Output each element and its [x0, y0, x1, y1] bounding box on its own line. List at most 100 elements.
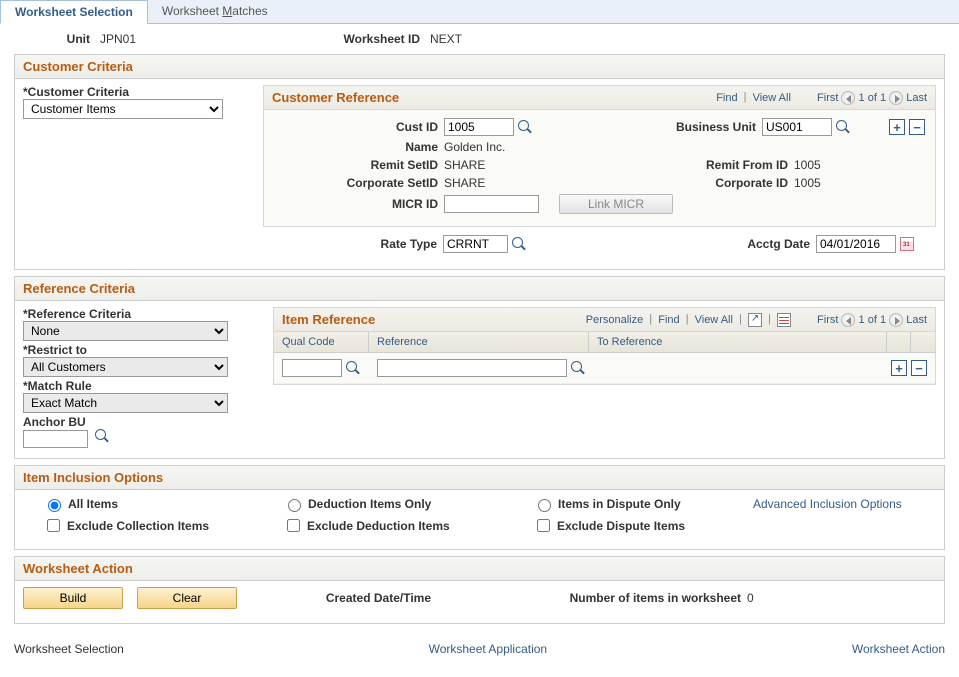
col-to-reference[interactable]: To Reference: [589, 332, 887, 352]
itemref-add-icon[interactable]: +: [891, 360, 907, 376]
remitfrom-label: Remit From ID: [564, 158, 794, 172]
tab-matches-pre: Worksheet: [162, 4, 222, 18]
dispute-only-radio[interactable]: [538, 499, 551, 512]
customer-criteria-label: Customer Criteria: [23, 85, 253, 99]
bu-lookup-icon[interactable]: [836, 120, 850, 134]
qual-code-input[interactable]: [282, 359, 342, 377]
item-reference-panel: Item Reference Personalize | Find | View…: [273, 307, 936, 385]
deduction-only-radio[interactable]: [288, 499, 301, 512]
tab-worksheet-selection[interactable]: Worksheet Selection: [0, 0, 148, 24]
itemref-next-icon[interactable]: [889, 313, 903, 327]
reference-criteria-label: Reference Criteria: [23, 307, 253, 321]
itemref-prev-icon[interactable]: [841, 313, 855, 327]
micr-input[interactable]: [444, 195, 539, 213]
all-items-radio[interactable]: [48, 499, 61, 512]
itemref-remove-icon[interactable]: −: [911, 360, 927, 376]
item-inclusion-section: Item Inclusion Options All Items Deducti…: [14, 465, 945, 550]
name-label: Name: [274, 140, 444, 154]
col-reference[interactable]: Reference: [369, 332, 589, 352]
tab-worksheet-matches[interactable]: Worksheet Matches: [148, 0, 282, 23]
itemref-find-link[interactable]: Find: [658, 313, 679, 325]
footer-worksheet-selection: Worksheet Selection: [14, 642, 124, 656]
worksheet-action-section: Worksheet Action Build Clear Created Dat…: [14, 556, 945, 624]
itemref-last: Last: [906, 313, 927, 325]
anchor-bu-lookup-icon[interactable]: [95, 429, 109, 443]
customer-reference-panel: Customer Reference Find | View All First…: [263, 85, 936, 227]
restrict-to-select[interactable]: All Customers: [23, 357, 228, 377]
acctg-input[interactable]: [816, 235, 896, 253]
link-micr-button: Link MICR: [559, 194, 673, 214]
exclude-deduction-checkbox[interactable]: [287, 519, 300, 532]
match-rule-label: Match Rule: [23, 379, 253, 393]
remitset-label: Remit SetID: [274, 158, 444, 172]
customer-reference-title: Customer Reference: [272, 90, 399, 105]
unit-value: JPN01: [98, 32, 238, 46]
custref-first: First: [817, 91, 838, 103]
corpset-value: SHARE: [444, 176, 564, 190]
worksheet-id-value: NEXT: [428, 32, 462, 46]
name-value: Golden Inc.: [444, 140, 505, 154]
num-items-label: Number of items in worksheet: [537, 591, 747, 605]
custref-viewall: View All: [753, 91, 791, 103]
footer-worksheet-action-link[interactable]: Worksheet Action: [852, 642, 945, 656]
corpid-label: Corporate ID: [564, 176, 794, 190]
bu-input[interactable]: [762, 118, 832, 136]
advanced-inclusion-link[interactable]: Advanced Inclusion Options: [753, 497, 902, 511]
custref-find-link[interactable]: Find: [716, 91, 737, 103]
custref-last: Last: [906, 91, 927, 103]
customer-criteria-select[interactable]: Customer Items: [23, 99, 223, 119]
reference-input[interactable]: [377, 359, 567, 377]
anchor-bu-input[interactable]: [23, 430, 88, 448]
exclude-dispute-label: Exclude Dispute Items: [557, 519, 685, 533]
col-qual-code[interactable]: Qual Code: [274, 332, 369, 352]
customer-criteria-header: Customer Criteria: [15, 55, 944, 79]
ratetype-lookup-icon[interactable]: [512, 237, 526, 251]
worksheet-id-label: Worksheet ID: [238, 32, 428, 46]
custref-prev-icon[interactable]: [841, 91, 855, 105]
acctg-calendar-icon[interactable]: [900, 237, 914, 251]
item-inclusion-header: Item Inclusion Options: [15, 466, 944, 490]
deduction-only-label: Deduction Items Only: [308, 497, 431, 511]
match-rule-select[interactable]: Exact Match: [23, 393, 228, 413]
tab-matches-underline: M: [222, 4, 232, 18]
itemref-count: 1 of 1: [859, 313, 887, 325]
corpset-label: Corporate SetID: [274, 176, 444, 190]
reference-criteria-section: Reference Criteria Reference Criteria No…: [14, 276, 945, 459]
exclude-collection-checkbox[interactable]: [47, 519, 60, 532]
micr-label: MICR ID: [274, 197, 444, 211]
exclude-dispute-checkbox[interactable]: [537, 519, 550, 532]
custref-remove-icon[interactable]: −: [909, 119, 925, 135]
itemref-first: First: [817, 313, 838, 325]
itemref-popout-icon[interactable]: [748, 313, 762, 327]
exclude-deduction-label: Exclude Deduction Items: [307, 519, 450, 533]
custid-lookup-icon[interactable]: [518, 120, 532, 134]
unit-label: Unit: [14, 32, 98, 46]
custref-next-icon[interactable]: [889, 91, 903, 105]
build-button[interactable]: Build: [23, 587, 123, 609]
custref-count: 1 of 1: [859, 91, 887, 103]
custref-add-icon[interactable]: +: [889, 119, 905, 135]
num-items-value: 0: [747, 591, 754, 605]
qual-code-lookup-icon[interactable]: [346, 361, 360, 375]
item-reference-title: Item Reference: [282, 312, 375, 327]
all-items-label: All Items: [68, 497, 118, 511]
customer-criteria-section: Customer Criteria Customer Criteria Cust…: [14, 54, 945, 270]
dispute-only-label: Items in Dispute Only: [558, 497, 681, 511]
reference-lookup-icon[interactable]: [571, 361, 585, 375]
custid-input[interactable]: [444, 118, 514, 136]
clear-button[interactable]: Clear: [137, 587, 237, 609]
reference-criteria-select[interactable]: None: [23, 321, 228, 341]
item-reference-row: + −: [274, 353, 935, 384]
anchor-bu-label: Anchor BU: [23, 415, 253, 429]
itemref-viewall: View All: [695, 313, 733, 325]
created-date-label: Created Date/Time: [237, 591, 437, 605]
exclude-collection-label: Exclude Collection Items: [67, 519, 209, 533]
itemref-personalize-link[interactable]: Personalize: [586, 313, 643, 325]
corpid-value: 1005: [794, 176, 821, 190]
worksheet-action-header: Worksheet Action: [15, 557, 944, 581]
tab-matches-post: atches: [232, 4, 267, 18]
footer-worksheet-application-link[interactable]: Worksheet Application: [429, 642, 548, 656]
custid-label: Cust ID: [274, 120, 444, 134]
ratetype-input[interactable]: [443, 235, 508, 253]
itemref-sheet-icon[interactable]: [777, 313, 791, 327]
